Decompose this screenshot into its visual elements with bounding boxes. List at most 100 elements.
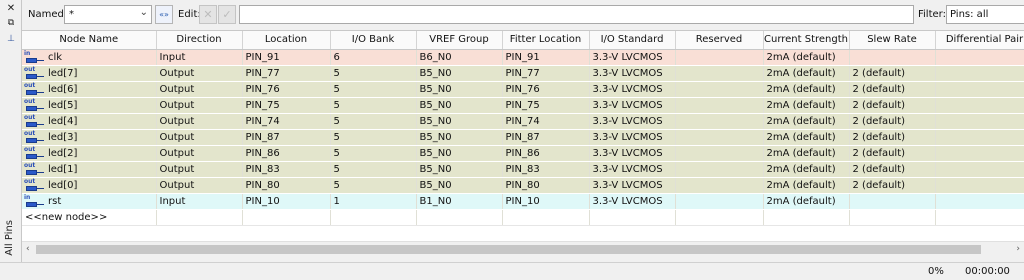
cell-reserved[interactable] bbox=[675, 81, 764, 98]
scrollbar-thumb[interactable] bbox=[36, 245, 981, 254]
cell-direction[interactable]: Output bbox=[156, 65, 243, 82]
column-header[interactable]: I/O Standard bbox=[589, 31, 676, 50]
cell-location[interactable]: PIN_76 bbox=[242, 81, 331, 98]
column-header[interactable]: Fitter Location bbox=[502, 31, 590, 50]
empty-cell[interactable] bbox=[675, 209, 764, 226]
cell-current[interactable]: 2mA (default) bbox=[763, 81, 850, 98]
cell-current[interactable]: 2mA (default) bbox=[763, 49, 850, 66]
cell-fitter[interactable]: PIN_10 bbox=[502, 193, 590, 210]
table-row[interactable]: out led[5] Output PIN_75 5 B5_N0 PIN_75 3.3-V L… bbox=[22, 97, 1024, 114]
cell-bank[interactable]: 5 bbox=[330, 145, 417, 162]
cell-reserved[interactable] bbox=[675, 113, 764, 130]
cell-direction[interactable]: Output bbox=[156, 145, 243, 162]
column-header[interactable]: Differential Pair bbox=[935, 31, 1024, 50]
empty-cell[interactable] bbox=[763, 209, 850, 226]
cell-diff[interactable] bbox=[935, 97, 1024, 114]
pin-icon[interactable]: ⊥ bbox=[5, 33, 17, 45]
cell-location[interactable]: PIN_80 bbox=[242, 177, 331, 194]
cell-direction[interactable]: Output bbox=[156, 161, 243, 178]
cell-bank[interactable]: 6 bbox=[330, 49, 417, 66]
cell-vref[interactable]: B5_N0 bbox=[416, 113, 503, 130]
cell-iostd[interactable]: 3.3-V LVCMOS bbox=[589, 129, 676, 146]
cell-diff[interactable] bbox=[935, 65, 1024, 82]
cell-fitter[interactable]: PIN_76 bbox=[502, 81, 590, 98]
cell-slew[interactable]: 2 (default) bbox=[849, 113, 936, 130]
cell-current[interactable]: 2mA (default) bbox=[763, 193, 850, 210]
cell-vref[interactable]: B5_N0 bbox=[416, 177, 503, 194]
table-row[interactable]: in clk Input PIN_91 6 B6_N0 PIN_91 3.3-V LVCMOS… bbox=[22, 49, 1024, 66]
cell-direction[interactable]: Output bbox=[156, 113, 243, 130]
scroll-left-arrow-icon[interactable]: ‹ bbox=[26, 244, 30, 254]
cell-iostd[interactable]: 3.3-V LVCMOS bbox=[589, 49, 676, 66]
cell-vref[interactable]: B5_N0 bbox=[416, 161, 503, 178]
node-finder-icon[interactable]: «» bbox=[155, 5, 173, 24]
cell-vref[interactable]: B5_N0 bbox=[416, 145, 503, 162]
node-name-cell[interactable]: out led[0] bbox=[22, 177, 157, 194]
cell-diff[interactable] bbox=[935, 193, 1024, 210]
cell-fitter[interactable]: PIN_74 bbox=[502, 113, 590, 130]
cell-reserved[interactable] bbox=[675, 161, 764, 178]
table-row[interactable]: out led[6] Output PIN_76 5 B5_N0 PIN_76 3.3-V L… bbox=[22, 81, 1024, 98]
cell-location[interactable]: PIN_83 bbox=[242, 161, 331, 178]
column-header[interactable]: Current Strength bbox=[763, 31, 850, 50]
cell-slew[interactable]: 2 (default) bbox=[849, 145, 936, 162]
empty-cell[interactable] bbox=[589, 209, 676, 226]
cell-direction[interactable]: Output bbox=[156, 177, 243, 194]
column-header[interactable]: Slew Rate bbox=[849, 31, 936, 50]
empty-cell[interactable] bbox=[935, 209, 1024, 226]
column-header[interactable]: VREF Group bbox=[416, 31, 503, 50]
cell-current[interactable]: 2mA (default) bbox=[763, 177, 850, 194]
cell-diff[interactable] bbox=[935, 161, 1024, 178]
cell-direction[interactable]: Output bbox=[156, 129, 243, 146]
table-row[interactable]: in rst Input PIN_10 1 B1_N0 PIN_10 3.3-V LVCMOS… bbox=[22, 193, 1024, 210]
cell-fitter[interactable]: PIN_77 bbox=[502, 65, 590, 82]
table-row[interactable]: out led[0] Output PIN_80 5 B5_N0 PIN_80 3.3-V L… bbox=[22, 177, 1024, 194]
cell-location[interactable]: PIN_74 bbox=[242, 113, 331, 130]
empty-cell[interactable] bbox=[330, 209, 417, 226]
cell-diff[interactable] bbox=[935, 177, 1024, 194]
cell-iostd[interactable]: 3.3-V LVCMOS bbox=[589, 65, 676, 82]
column-header[interactable]: Reserved bbox=[675, 31, 764, 50]
node-name-cell[interactable]: out led[6] bbox=[22, 81, 157, 98]
cell-vref[interactable]: B1_N0 bbox=[416, 193, 503, 210]
cell-slew[interactable] bbox=[849, 49, 936, 66]
cell-bank[interactable]: 5 bbox=[330, 81, 417, 98]
cell-bank[interactable]: 5 bbox=[330, 161, 417, 178]
cell-vref[interactable]: B6_N0 bbox=[416, 49, 503, 66]
cell-fitter[interactable]: PIN_86 bbox=[502, 145, 590, 162]
cell-bank[interactable]: 5 bbox=[330, 177, 417, 194]
cell-reserved[interactable] bbox=[675, 129, 764, 146]
filter-combobox[interactable]: Pins: all ▼ bbox=[946, 5, 1024, 24]
cell-reserved[interactable] bbox=[675, 177, 764, 194]
cell-location[interactable]: PIN_77 bbox=[242, 65, 331, 82]
cell-current[interactable]: 2mA (default) bbox=[763, 129, 850, 146]
cell-fitter[interactable]: PIN_91 bbox=[502, 49, 590, 66]
cell-bank[interactable]: 5 bbox=[330, 65, 417, 82]
side-panel-label[interactable]: All Pins bbox=[4, 220, 15, 256]
empty-cell[interactable] bbox=[502, 209, 590, 226]
cell-current[interactable]: 2mA (default) bbox=[763, 161, 850, 178]
cell-current[interactable]: 2mA (default) bbox=[763, 65, 850, 82]
close-icon[interactable]: ✕ bbox=[5, 3, 17, 15]
column-header[interactable]: I/O Bank bbox=[330, 31, 417, 50]
column-header[interactable]: Location bbox=[242, 31, 331, 50]
cancel-edit-button[interactable]: ✕ bbox=[199, 5, 217, 24]
table-row[interactable]: out led[7] Output PIN_77 5 B5_N0 PIN_77 3.3-V L… bbox=[22, 65, 1024, 82]
cell-location[interactable]: PIN_91 bbox=[242, 49, 331, 66]
cell-location[interactable]: PIN_10 bbox=[242, 193, 331, 210]
cell-iostd[interactable]: 3.3-V LVCMOS bbox=[589, 81, 676, 98]
cell-direction[interactable]: Input bbox=[156, 193, 243, 210]
cell-bank[interactable]: 5 bbox=[330, 129, 417, 146]
cell-vref[interactable]: B5_N0 bbox=[416, 97, 503, 114]
cell-iostd[interactable]: 3.3-V LVCMOS bbox=[589, 97, 676, 114]
cell-current[interactable]: 2mA (default) bbox=[763, 97, 850, 114]
cell-fitter[interactable]: PIN_83 bbox=[502, 161, 590, 178]
cell-slew[interactable]: 2 (default) bbox=[849, 81, 936, 98]
cell-bank[interactable]: 5 bbox=[330, 113, 417, 130]
cell-diff[interactable] bbox=[935, 129, 1024, 146]
table-row[interactable]: out led[4] Output PIN_74 5 B5_N0 PIN_74 3.3-V L… bbox=[22, 113, 1024, 130]
cell-bank[interactable]: 1 bbox=[330, 193, 417, 210]
horizontal-scrollbar[interactable]: ‹ › bbox=[22, 241, 1024, 256]
cell-slew[interactable]: 2 (default) bbox=[849, 129, 936, 146]
node-name-cell[interactable]: out led[7] bbox=[22, 65, 157, 82]
